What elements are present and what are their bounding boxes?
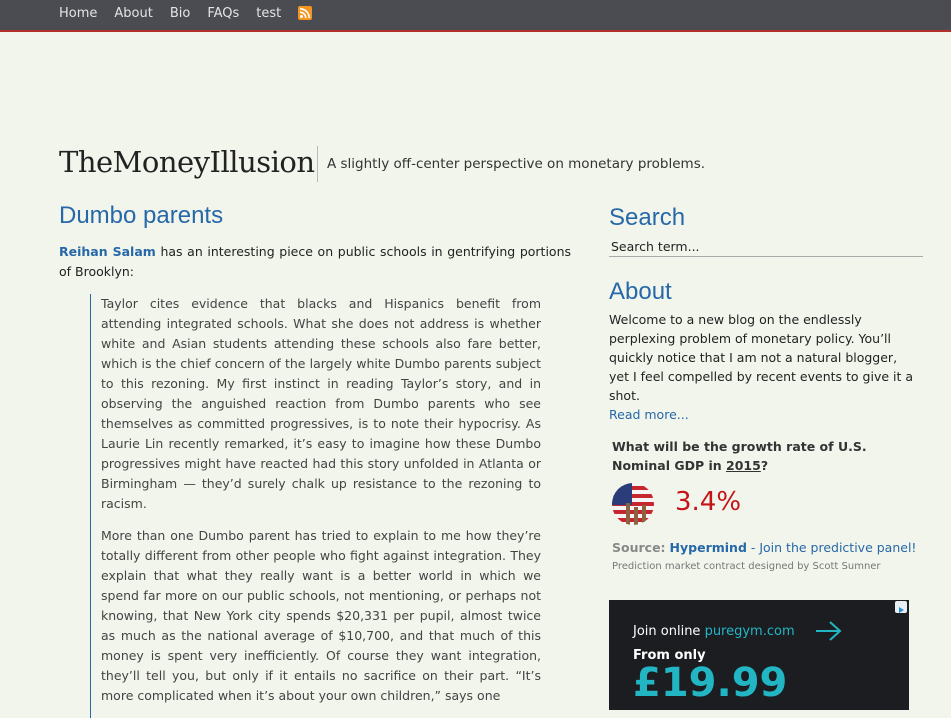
blockquote: Taylor cites evidence that blacks and Hi…	[90, 294, 541, 718]
top-navigation-bar: Home About Bio FAQs test	[0, 0, 951, 32]
about-heading: About	[609, 278, 672, 305]
hypermind-link[interactable]: Hypermind	[670, 540, 747, 555]
ad-price: £19.99	[633, 660, 788, 706]
about-text: Welcome to a new blog on the endlessly p…	[609, 310, 919, 424]
quote-paragraph-2: More than one Dumbo parent has tried to …	[101, 528, 541, 703]
author-link[interactable]: Reihan Salam	[59, 244, 156, 259]
prediction-credit: Prediction market contract designed by S…	[612, 561, 881, 572]
nav-about[interactable]: About	[114, 6, 152, 21]
rss-feed-icon[interactable]	[298, 5, 313, 20]
post-title[interactable]: Dumbo parents	[59, 202, 223, 230]
about-description: Welcome to a new blog on the endlessly p…	[609, 312, 914, 403]
prediction-question: What will be the growth rate of U.S. Nom…	[612, 437, 922, 475]
prediction-value: 3.4%	[675, 487, 742, 517]
source-line: Source: Hypermind - Join the predictive …	[612, 540, 916, 555]
arrow-right-icon	[816, 621, 842, 641]
us-flag-icon	[612, 483, 654, 525]
site-tagline: A slightly off-center perspective on mon…	[327, 156, 706, 172]
nav-test[interactable]: test	[256, 6, 281, 21]
join-panel-link[interactable]: - Join the predictive panel!	[747, 540, 917, 555]
question-year-link[interactable]: 2015	[726, 458, 761, 473]
nav-faqs[interactable]: FAQs	[207, 6, 239, 21]
adchoices-icon[interactable]	[895, 601, 907, 613]
search-input[interactable]	[609, 236, 923, 257]
main-nav: Home About Bio FAQs test	[59, 5, 313, 21]
search-heading: Search	[609, 204, 686, 231]
ad-brand-link[interactable]: puregym.com	[705, 624, 795, 639]
ad-headline-text: Join online	[633, 624, 705, 639]
post-intro: Reihan Salam has an interesting piece on…	[59, 242, 571, 282]
question-mark: ?	[760, 458, 769, 473]
source-label: Source:	[612, 540, 666, 555]
ad-headline: Join online puregym.com	[633, 624, 795, 639]
quote-paragraph-1: Taylor cites evidence that blacks and Hi…	[101, 296, 541, 511]
advertisement-banner[interactable]: Join online puregym.com From only £19.99	[609, 600, 909, 710]
nav-home[interactable]: Home	[59, 6, 97, 21]
title-divider	[317, 146, 318, 182]
read-more-link[interactable]: Read more...	[609, 407, 689, 422]
site-title[interactable]: TheMoneyIllusion	[59, 145, 315, 179]
nav-bio[interactable]: Bio	[170, 6, 190, 21]
